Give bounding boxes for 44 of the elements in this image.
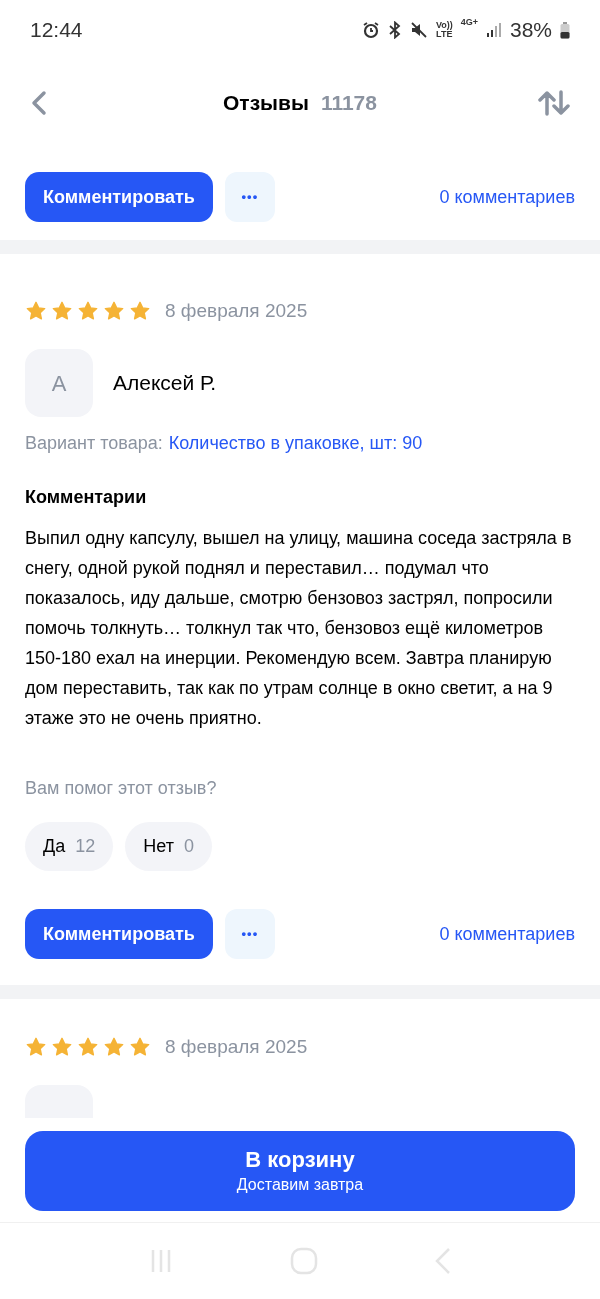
mute-icon: [409, 21, 428, 39]
add-to-cart-button[interactable]: В корзину Доставим завтра: [25, 1131, 575, 1211]
review-text: Выпил одну капсулу, вышел на улицу, машина соседа застряла в снегу, одной рукой поднял и переставил… подумал что показалось, иду дальше, смотрю бензовоз застрял, попросили помочь толкнуть… толкнул так что, бензовоз ещё километров 150-180 ехал на инерции. Рекомендую всем. Завтра планирую дом переставить, так как по утрам солнце в окно светит, а на 9 этаже это не очень приятно.: [25, 527, 573, 730]
section-title: Комментарии: [25, 486, 148, 508]
author-name: Алексей Р.: [113, 370, 216, 397]
page-title: Отзывы: [223, 89, 309, 116]
comment-button[interactable]: Комментировать: [25, 172, 213, 222]
star-icon: [129, 1036, 151, 1058]
star-icon: [25, 300, 47, 322]
star-icon: [103, 1036, 125, 1058]
volte-label: Vo)): [435, 21, 453, 30]
variant-label: Вариант товара:: [25, 431, 163, 455]
variant-value-link[interactable]: Количество в упаковке, шт: 90: [168, 429, 423, 457]
lte-label: LTE: [436, 30, 453, 39]
vote-button[interactable]: Да 12: [25, 822, 114, 871]
sort-icon[interactable]: [538, 88, 570, 117]
signal-icon: [485, 22, 502, 38]
star-icon: [51, 300, 73, 322]
helpful-question: Вам помог этот отзыв?: [25, 777, 218, 799]
more-button[interactable]: •••: [224, 172, 275, 222]
bluetooth-icon: [387, 21, 402, 39]
comment-button[interactable]: Комментировать: [25, 909, 213, 959]
avatar: А: [25, 349, 93, 417]
star-icon: [25, 1036, 47, 1058]
battery-icon: [560, 21, 570, 39]
star-icon: [77, 1036, 99, 1058]
review-date: 8 февраля 2025: [165, 298, 308, 323]
review-count: 11178: [320, 89, 377, 116]
back-icon[interactable]: [30, 89, 48, 116]
home-icon[interactable]: [289, 1246, 319, 1276]
comments-count-link[interactable]: 0 комментариев: [439, 183, 575, 211]
comments-count-link[interactable]: 0 комментариев: [439, 920, 575, 948]
back-nav-icon[interactable]: [433, 1246, 453, 1276]
star-icon: [77, 300, 99, 322]
star-icon: [51, 1036, 73, 1058]
star-icon: [103, 300, 125, 322]
status-time: 12:44: [30, 17, 83, 44]
network-label: 4G+: [460, 16, 478, 30]
vote-button[interactable]: Нет 0: [125, 822, 212, 871]
alarm-icon: [361, 21, 380, 39]
star-icon: [129, 300, 151, 322]
more-button[interactable]: •••: [224, 909, 275, 959]
review-date: 8 февраля 2025: [165, 1034, 308, 1059]
battery-percent: 38%: [509, 17, 552, 44]
